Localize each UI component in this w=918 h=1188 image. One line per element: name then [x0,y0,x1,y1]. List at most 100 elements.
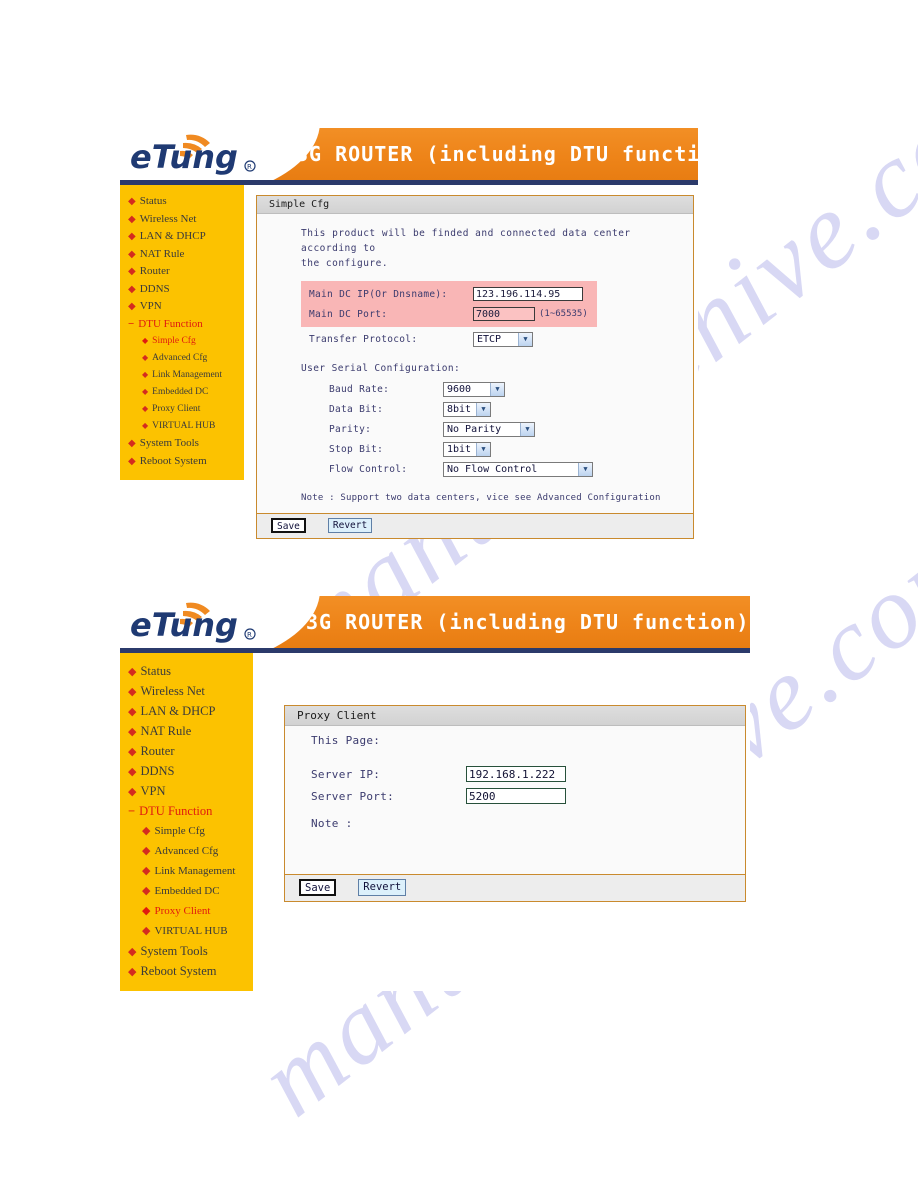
revert-button[interactable]: Revert [327,518,373,533]
baud-rate-value: 9600 [447,383,472,395]
sidebar-item-lan-dhcp[interactable]: ◆ LAN & DHCP [120,701,253,721]
sidebar-item-label: NAT Rule [140,724,192,738]
sidebar-item-simple-cfg[interactable]: ◆ Simple Cfg [120,821,253,841]
transfer-protocol-label: Transfer Protocol: [309,333,418,345]
sidebar-item-reboot-system[interactable]: ◆ Reboot System [120,453,244,471]
bullet-icon: ◆ [128,455,136,467]
transfer-protocol-select[interactable]: ETCP ▼ [473,331,533,347]
sidebar-item-wireless-net[interactable]: ◆ Wireless Net [120,681,253,701]
sidebar-item-system-tools[interactable]: ◆ System Tools [120,941,253,961]
sidebar-item-lan-dhcp[interactable]: ◆ LAN & DHCP [120,228,244,246]
sidebar-item-label: Link Management [154,865,236,877]
bullet-icon: ◆ [128,213,136,225]
data-bit-value: 8bit [447,403,472,415]
save-button[interactable]: Save [271,518,306,533]
intro-text: This product will be finded and connecte… [301,226,683,271]
bullet-icon: ◆ [128,196,136,207]
sidebar-item-label: DTU Function [138,317,203,330]
revert-button[interactable]: Revert [358,879,407,896]
main-content: Simple Cfg This product will be finded a… [244,185,698,539]
chevron-down-icon: ▼ [476,402,490,416]
sidebar-item-dtu-function[interactable]: − DTU Function [120,316,244,334]
server-ip-input[interactable]: 192.168.1.222 [466,766,566,782]
main-dc-port-row: Main DC Port: 7000 (1~65535) [301,304,597,324]
sidebar-item-label: Simple Cfg [154,825,205,837]
server-ip-row: Server IP: 192.168.1.222 [311,763,735,785]
sidebar-item-label: Wireless Net [140,684,205,698]
sidebar-item-proxy-client[interactable]: ◆ Proxy Client [120,401,244,418]
sidebar-item-system-tools[interactable]: ◆ System Tools [120,435,244,453]
sidebar-item-reboot-system[interactable]: ◆ Reboot System [120,961,253,981]
main-dc-port-input[interactable]: 7000 [473,307,535,321]
sidebar-item-simple-cfg[interactable]: ◆ Simple Cfg [120,333,244,350]
bullet-icon: ◆ [128,283,136,295]
sidebar-item-advanced-cfg[interactable]: ◆ Advanced Cfg [120,350,244,367]
flow-control-select[interactable]: No Flow Control ▼ [443,461,593,477]
data-bit-select[interactable]: 8bit ▼ [443,401,491,417]
minus-icon: − [128,804,136,818]
bullet-icon: ◆ [142,404,149,413]
sidebar-item-ddns[interactable]: ◆ DDNS [120,761,253,781]
sidebar-item-vpn[interactable]: ◆ VPN [120,298,244,316]
sidebar-item-link-management[interactable]: ◆ Link Management [120,367,244,384]
sidebar-item-label: System Tools [140,944,208,958]
server-port-input[interactable]: 5200 [466,788,566,804]
sidebar-item-vpn[interactable]: ◆ VPN [120,781,253,801]
bullet-icon: ◆ [142,925,151,937]
chevron-down-icon: ▼ [518,332,532,346]
sidebar-item-label: DDNS [140,764,175,778]
bullet-icon: ◆ [142,336,149,345]
sidebar-item-embedded-dc[interactable]: ◆ Embedded DC [120,881,253,901]
server-port-label: Server Port: [311,789,395,803]
note-label: Note : [311,817,353,830]
sidebar-navigation: ◆ Status ◆ Wireless Net ◆ LAN & DHCP ◆ N… [120,653,253,991]
sidebar-item-label: Wireless Net [139,212,197,225]
app-banner: eTung R 3G ROUTER (including DTU functio… [120,596,750,648]
panel-body: This Page: Server IP: 192.168.1.222 Serv… [285,726,745,874]
stop-bit-label: Stop Bit: [329,443,384,455]
sidebar-item-status[interactable]: ◆ Status [120,661,253,681]
sidebar-item-advanced-cfg[interactable]: ◆ Advanced Cfg [120,841,253,861]
banner-title: 3G ROUTER (including DTU function) [306,610,750,634]
sidebar-item-router[interactable]: ◆ Router [120,741,253,761]
sidebar-item-virtual-hub[interactable]: ◆ VIRTUAL HUB [120,418,244,435]
screenshot-proxy-client: eTung R 3G ROUTER (including DTU functio… [120,596,750,991]
bullet-icon: ◆ [128,946,137,958]
bullet-icon: ◆ [142,885,151,897]
main-dc-ip-row: Main DC IP(Or Dnsname): 123.196.114.95 [301,284,597,304]
main-dc-ip-input[interactable]: 123.196.114.95 [473,287,583,301]
sidebar-item-dtu-function[interactable]: − DTU Function [120,801,253,821]
stop-bit-row: Stop Bit: 1bit ▼ [329,439,683,459]
proxy-client-panel: Proxy Client This Page: Server IP: 192.1… [284,705,746,902]
sidebar-item-link-management[interactable]: ◆ Link Management [120,861,253,881]
panel-body: This product will be finded and connecte… [257,214,693,513]
sidebar-item-status[interactable]: ◆ Status [120,193,244,211]
bullet-icon: ◆ [142,825,151,837]
bullet-icon: ◆ [128,666,137,678]
sidebar-item-ddns[interactable]: ◆ DDNS [120,281,244,299]
this-page-label: This Page: [311,734,381,747]
baud-rate-select[interactable]: 9600 ▼ [443,381,505,397]
sidebar-item-embedded-dc[interactable]: ◆ Embedded DC [120,384,244,401]
transfer-protocol-row: Transfer Protocol: ETCP ▼ [301,327,683,351]
stop-bit-select[interactable]: 1bit ▼ [443,441,491,457]
sidebar-item-proxy-client[interactable]: ◆ Proxy Client [120,901,253,921]
sidebar-item-label: VPN [139,300,162,312]
sidebar-item-virtual-hub[interactable]: ◆ VIRTUAL HUB [120,921,253,941]
main-content: Proxy Client This Page: Server IP: 192.1… [253,653,750,902]
data-bit-label: Data Bit: [329,403,384,415]
parity-select[interactable]: No Parity ▼ [443,421,535,437]
sidebar-item-label: Simple Cfg [152,336,196,346]
sidebar-item-nat-rule[interactable]: ◆ NAT Rule [120,721,253,741]
sidebar-item-router[interactable]: ◆ Router [120,263,244,281]
chevron-down-icon: ▼ [476,442,490,456]
parity-value: No Parity [447,423,502,435]
transfer-protocol-value: ETCP [477,333,502,345]
bullet-icon: ◆ [128,266,136,277]
sidebar-item-wireless-net[interactable]: ◆ Wireless Net [120,211,244,229]
bullet-icon: ◆ [142,353,149,362]
save-button[interactable]: Save [299,879,337,896]
sidebar-item-nat-rule[interactable]: ◆ NAT Rule [120,246,244,264]
panel-footer: Save Revert [257,513,693,538]
